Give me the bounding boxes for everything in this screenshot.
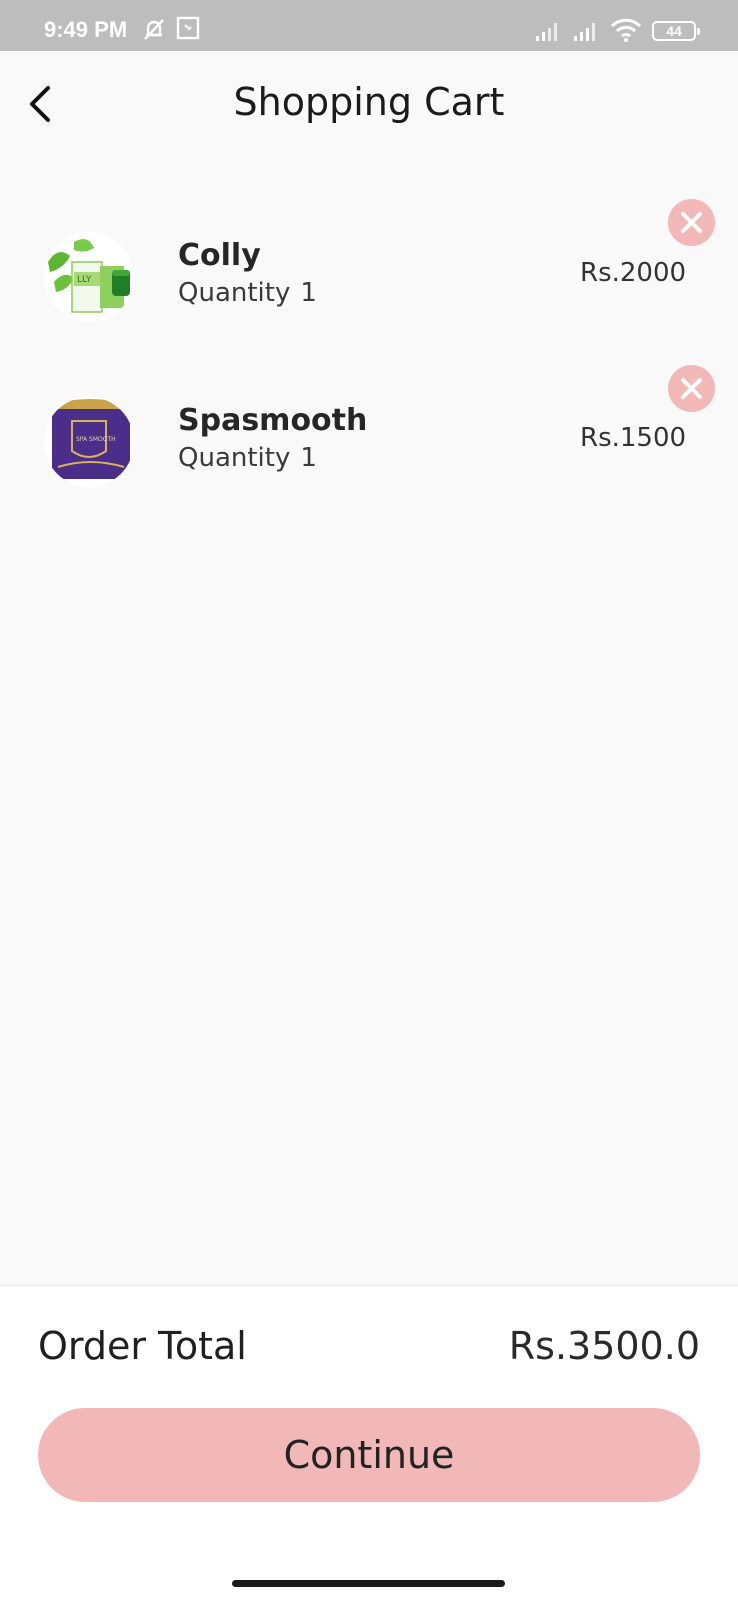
- svg-text:SPA SMOOTH: SPA SMOOTH: [76, 436, 116, 443]
- wifi-icon: [610, 17, 642, 47]
- order-total-value: Rs.3500.0: [508, 1324, 700, 1368]
- product-thumbnail: LLY: [44, 232, 134, 322]
- item-name: Spasmooth: [178, 403, 368, 438]
- quantity-label: Quantity: [178, 443, 291, 473]
- quantity-value: 1: [300, 278, 317, 308]
- continue-button[interactable]: Continue: [38, 1408, 700, 1502]
- svg-text:LLY: LLY: [77, 275, 92, 285]
- close-icon: [681, 212, 702, 233]
- order-total-label: Order Total: [38, 1324, 247, 1368]
- battery-icon: 44: [652, 21, 700, 41]
- close-icon: [681, 378, 702, 399]
- quantity-label: Quantity: [178, 278, 291, 308]
- page-title: Shopping Cart: [233, 80, 505, 124]
- item-price: Rs.1500: [580, 423, 687, 453]
- cart-item: LLY Colly Quantity 1 Rs.2000: [0, 195, 738, 325]
- signal-icon: [534, 19, 562, 47]
- remove-item-button[interactable]: [668, 199, 715, 246]
- remove-item-button[interactable]: [668, 365, 715, 412]
- order-summary: Order Total Rs.3500.0 Continue: [0, 1285, 738, 1599]
- quantity-value: 1: [300, 443, 317, 473]
- home-indicator[interactable]: [232, 1580, 505, 1587]
- item-quantity: Quantity 1: [178, 443, 327, 473]
- status-time: 9:49 PM: [44, 17, 128, 42]
- item-quantity: Quantity 1: [178, 278, 327, 308]
- cart-item: SPA SMOOTH Spasmooth Quantity 1 Rs.1500: [0, 360, 738, 490]
- app-notification-icon: [176, 15, 200, 45]
- item-price: Rs.2000: [580, 258, 687, 288]
- item-name: Colly: [178, 238, 261, 273]
- product-thumbnail: SPA SMOOTH: [44, 397, 134, 487]
- signal-icon: [572, 19, 600, 47]
- status-bar: 9:49 PM 44: [0, 0, 738, 51]
- mute-icon: [140, 15, 168, 47]
